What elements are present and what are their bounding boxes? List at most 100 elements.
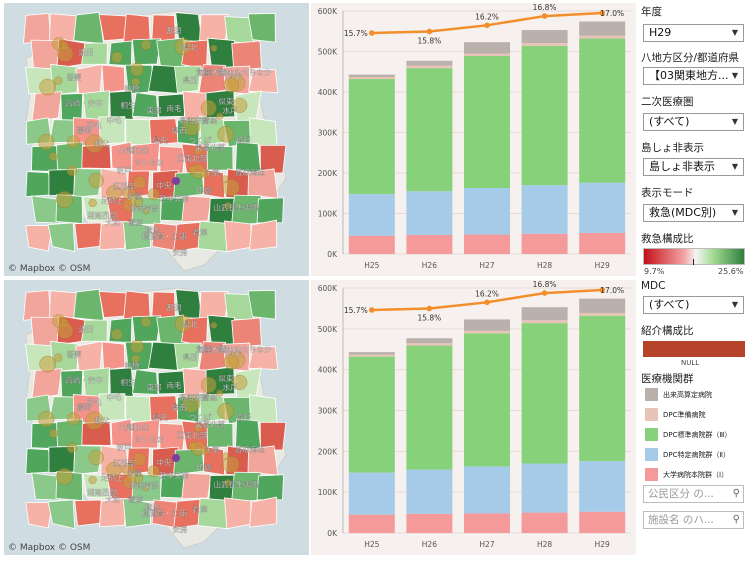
bar-segment[interactable]: [464, 330, 510, 334]
bar-segment[interactable]: [406, 338, 453, 344]
hospital-bubble[interactable]: [130, 62, 144, 77]
bar-segment[interactable]: [406, 513, 453, 533]
region-shape[interactable]: [148, 64, 179, 94]
hospital-bubble[interactable]: [210, 44, 218, 52]
bar-segment[interactable]: [348, 356, 395, 473]
hospital-bubble[interactable]: [66, 165, 78, 177]
hospital-bubble[interactable]: [221, 175, 229, 183]
ratio-point[interactable]: [484, 299, 490, 306]
hospital-bubble[interactable]: [88, 475, 97, 485]
region-shape[interactable]: [198, 14, 229, 43]
bar-segment[interactable]: [348, 77, 395, 80]
ratio-point[interactable]: [369, 30, 375, 36]
ratio-point[interactable]: [484, 22, 490, 29]
hospital-bubble[interactable]: [140, 39, 152, 51]
hospital-bubble[interactable]: [200, 100, 217, 116]
region-shape[interactable]: [98, 291, 127, 319]
bar-segment[interactable]: [348, 352, 395, 355]
hospital-bubble[interactable]: [147, 465, 160, 478]
hospital-bubble[interactable]: [56, 322, 74, 339]
bar-segment[interactable]: [521, 320, 568, 324]
hospital-bubble[interactable]: [38, 133, 55, 151]
bar-segment[interactable]: [348, 74, 395, 78]
region-shape[interactable]: [249, 219, 278, 251]
hospital-bubble[interactable]: [39, 78, 57, 96]
region-shape[interactable]: [47, 222, 76, 253]
bar-segment[interactable]: [521, 185, 568, 234]
region-shape[interactable]: [25, 502, 53, 529]
year-dropdown[interactable]: H29 ▼: [643, 24, 744, 42]
bar-segment[interactable]: [579, 182, 626, 233]
bar-segment[interactable]: [348, 79, 395, 195]
hospital-bubble[interactable]: [66, 442, 78, 454]
hospital-bubble[interactable]: [55, 468, 73, 486]
ratio-point[interactable]: [541, 13, 548, 19]
hospital-bubble[interactable]: [54, 76, 63, 85]
bar-segment[interactable]: [464, 187, 510, 235]
bar-segment[interactable]: [521, 463, 568, 513]
bar-segment[interactable]: [406, 60, 453, 66]
bar-segment[interactable]: [464, 513, 510, 533]
map-panel-bottom[interactable]: 沼田 県北 吾妻 県西 日光 高崎・安中 前橋 桐生 太田・館林 両毛 県東 常総 秩父 川越比企 さいたま…: [4, 280, 309, 555]
hospital-bubble[interactable]: [39, 355, 57, 373]
bar-segment[interactable]: [579, 298, 626, 313]
bar-segment[interactable]: [464, 333, 510, 467]
bar-segment[interactable]: [406, 68, 453, 192]
bar-segment[interactable]: [348, 472, 395, 515]
selected-hospital-marker[interactable]: [172, 177, 180, 185]
hospital-bubble[interactable]: [140, 316, 152, 328]
region-shape[interactable]: [74, 222, 102, 250]
selected-hospital-marker[interactable]: [172, 454, 180, 462]
hospital-bubble[interactable]: [66, 135, 80, 149]
hospital-bubble[interactable]: [187, 164, 198, 174]
region-shape[interactable]: [256, 197, 284, 224]
region-shape[interactable]: [256, 474, 284, 501]
bar-segment[interactable]: [464, 234, 510, 254]
hospital-bubble[interactable]: [48, 152, 58, 162]
hospital-bubble[interactable]: [38, 410, 55, 428]
hospital-bubble[interactable]: [130, 339, 144, 354]
secondary-area-dropdown[interactable]: (すべて) ▼: [643, 113, 744, 131]
region-shape[interactable]: [231, 317, 262, 348]
map-panel-top[interactable]: 沼田 県北 吾妻 県西 日光 高崎・安中 前橋 桐生 太田・館林 両毛 県東 常総 秩父 川越比企 さいたま…: [4, 3, 309, 276]
hospital-bubble[interactable]: [111, 51, 123, 64]
hospital-bubble[interactable]: [54, 353, 63, 362]
bar-segment[interactable]: [521, 45, 568, 186]
bar-segment[interactable]: [521, 233, 568, 254]
legend-item[interactable]: DPC準備病院: [643, 406, 748, 424]
hospital-bubble[interactable]: [88, 172, 104, 189]
bar-segment[interactable]: [579, 461, 626, 512]
bar-segment[interactable]: [348, 235, 395, 254]
bar-segment[interactable]: [521, 323, 568, 464]
ratio-point[interactable]: [541, 290, 548, 296]
legend-item[interactable]: 大学病院本院群（Ⅰ）: [643, 466, 748, 484]
bar-segment[interactable]: [348, 194, 395, 236]
legend-item[interactable]: 出来高算定病院: [643, 386, 748, 404]
hospital-bubble[interactable]: [217, 402, 234, 420]
bar-segment[interactable]: [464, 42, 510, 54]
region-shape[interactable]: [73, 288, 105, 322]
region-shape[interactable]: [31, 91, 63, 122]
region-shape[interactable]: [207, 314, 236, 345]
map-canvas-top[interactable]: 沼田県北吾妻 県西日光高崎・安中前橋桐生太田・館林両毛県東常総秩父川越比企さいたま…: [4, 3, 309, 276]
bar-segment[interactable]: [348, 354, 395, 357]
region-shape[interactable]: [47, 499, 76, 530]
region-shape[interactable]: [48, 13, 79, 43]
hospital-bubble[interactable]: [147, 188, 160, 201]
region-shape[interactable]: [247, 289, 276, 320]
region-shape[interactable]: [31, 195, 60, 224]
bar-segment[interactable]: [406, 234, 453, 254]
bar-segment[interactable]: [521, 42, 568, 46]
region-shape[interactable]: [207, 37, 236, 68]
hospital-bubble[interactable]: [88, 449, 104, 466]
bar-segment[interactable]: [348, 514, 395, 533]
bar-segment[interactable]: [579, 38, 626, 183]
bar-segment[interactable]: [579, 35, 626, 39]
region-shape[interactable]: [74, 499, 102, 527]
bar-segment[interactable]: [521, 307, 568, 321]
region-shape[interactable]: [31, 472, 60, 501]
region-shape[interactable]: [25, 225, 53, 252]
region-shape[interactable]: [48, 290, 79, 320]
region-shape[interactable]: [101, 64, 126, 94]
region-shape[interactable]: [31, 368, 63, 399]
